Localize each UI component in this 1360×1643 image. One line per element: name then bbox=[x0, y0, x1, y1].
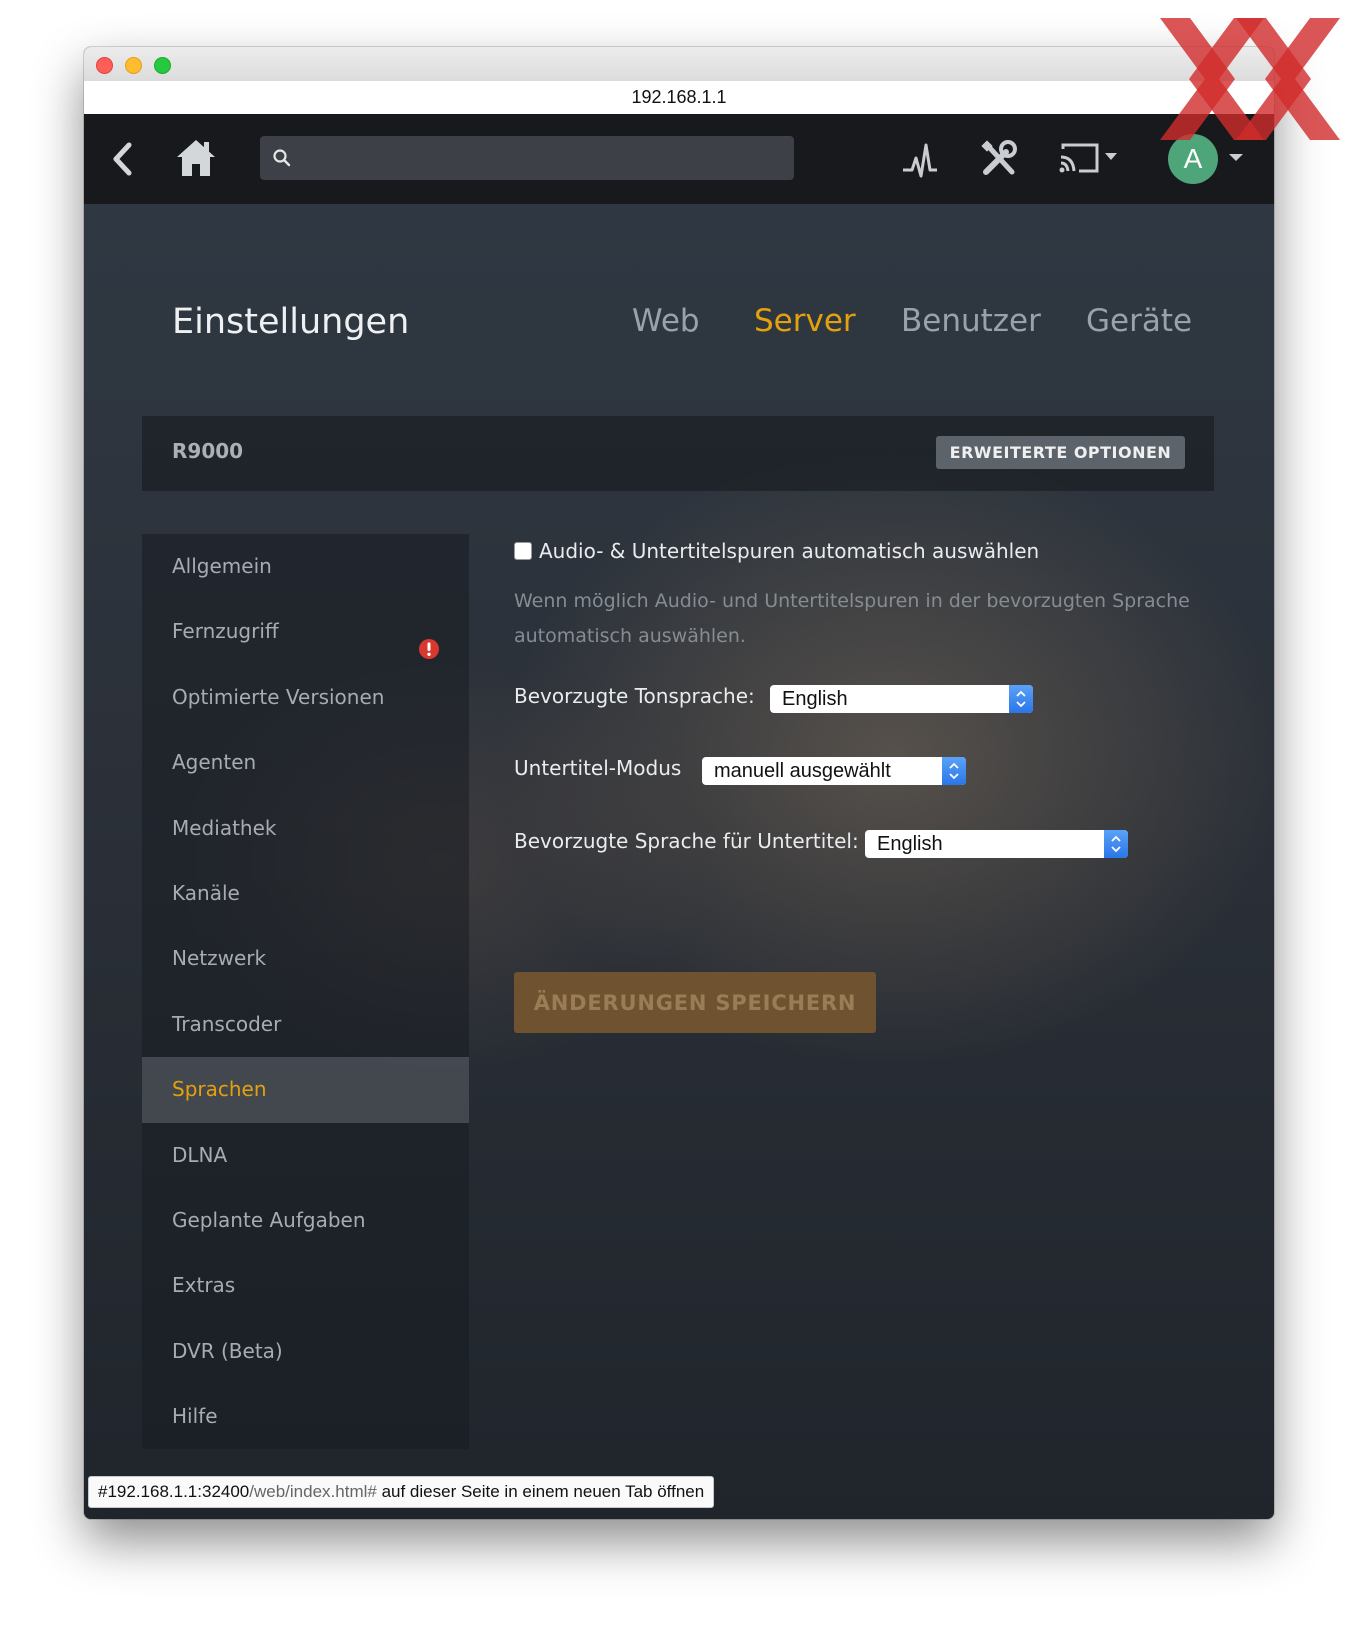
save-changes-button[interactable]: ÄNDERUNGEN SPEICHERN bbox=[514, 972, 876, 1033]
sidebar-item-library[interactable]: Mediathek bbox=[142, 796, 469, 861]
activity-icon[interactable] bbox=[900, 140, 940, 180]
sidebar-item-remote-access[interactable]: Fernzugriff bbox=[142, 599, 469, 664]
chevron-down-icon[interactable] bbox=[1226, 149, 1246, 165]
top-navbar: A bbox=[84, 114, 1274, 204]
minimize-window-button[interactable] bbox=[125, 57, 142, 74]
select-stepper-icon bbox=[1009, 685, 1033, 713]
subtitle-mode-value: manuell ausgewählt bbox=[714, 760, 891, 782]
sidebar-item-general[interactable]: Allgemein bbox=[142, 534, 469, 599]
settings-sidebar: Allgemein Fernzugriff Optimierte Version… bbox=[142, 534, 469, 1449]
sidebar-item-dlna[interactable]: DLNA bbox=[142, 1123, 469, 1188]
sidebar-item-label: Fernzugriff bbox=[172, 619, 279, 644]
subtitle-mode-select[interactable]: manuell ausgewählt bbox=[702, 757, 966, 785]
back-icon[interactable] bbox=[106, 139, 140, 179]
audio-language-select[interactable]: English bbox=[770, 685, 1033, 713]
window-titlebar bbox=[84, 47, 1274, 81]
user-avatar[interactable]: A bbox=[1168, 134, 1218, 184]
search-bar[interactable] bbox=[260, 136, 794, 182]
tools-icon[interactable] bbox=[978, 138, 1020, 180]
sidebar-item-help[interactable]: Hilfe bbox=[142, 1384, 469, 1449]
sidebar-item-dvr[interactable]: DVR (Beta) bbox=[142, 1319, 469, 1384]
cast-icon[interactable] bbox=[1057, 141, 1121, 177]
page-title: Einstellungen bbox=[172, 302, 410, 342]
sidebar-item-agents[interactable]: Agenten bbox=[142, 730, 469, 795]
advanced-options-button[interactable]: ERWEITERTE OPTIONEN bbox=[936, 436, 1185, 469]
subtitle-mode-label: Untertitel-Modus bbox=[514, 756, 682, 780]
sidebar-item-optimized-versions[interactable]: Optimierte Versionen bbox=[142, 665, 469, 730]
address-text: 192.168.1.1 bbox=[631, 87, 727, 107]
sidebar-item-network[interactable]: Netzwerk bbox=[142, 926, 469, 991]
tab-users[interactable]: Benutzer bbox=[901, 303, 1041, 339]
auto-select-label[interactable]: Audio- & Untertitelspuren automatisch au… bbox=[539, 539, 1039, 563]
audio-language-label: Bevorzugte Tonsprache: bbox=[514, 684, 755, 708]
sidebar-item-channels[interactable]: Kanäle bbox=[142, 861, 469, 926]
link-status-bar: #192.168.1.1:32400/web/index.html# auf d… bbox=[88, 1476, 715, 1508]
warning-icon bbox=[418, 621, 440, 660]
status-action: auf dieser Seite in einem neuen Tab öffn… bbox=[381, 1482, 705, 1501]
status-path: /web/index.html# bbox=[249, 1482, 377, 1501]
audio-language-value: English bbox=[782, 688, 848, 710]
sidebar-item-transcoder[interactable]: Transcoder bbox=[142, 992, 469, 1057]
close-window-button[interactable] bbox=[96, 57, 113, 74]
select-stepper-icon bbox=[1104, 830, 1128, 858]
settings-page: Einstellungen Web Server Benutzer Geräte… bbox=[84, 204, 1274, 1519]
search-icon bbox=[272, 148, 292, 168]
select-stepper-icon bbox=[942, 757, 966, 785]
sidebar-item-languages[interactable]: Sprachen bbox=[142, 1057, 469, 1123]
auto-select-help: Wenn möglich Audio- und Untertitelspuren… bbox=[514, 590, 1190, 647]
sidebar-item-extras[interactable]: Extras bbox=[142, 1253, 469, 1318]
browser-window: 192.168.1.1 A Einstellungen Web Server B… bbox=[84, 47, 1274, 1519]
subtitle-language-value: English bbox=[877, 833, 943, 855]
server-header: R9000 ERWEITERTE OPTIONEN bbox=[142, 416, 1214, 491]
watermark-logo bbox=[1160, 18, 1340, 140]
server-name: R9000 bbox=[172, 439, 244, 463]
tab-web[interactable]: Web bbox=[632, 303, 700, 339]
subtitle-language-select[interactable]: English bbox=[865, 830, 1128, 858]
tab-server[interactable]: Server bbox=[754, 303, 856, 339]
search-input[interactable] bbox=[304, 136, 788, 182]
status-host: #192.168.1.1:32400 bbox=[98, 1482, 250, 1501]
auto-select-checkbox[interactable] bbox=[514, 542, 532, 560]
home-icon[interactable] bbox=[174, 136, 218, 180]
maximize-window-button[interactable] bbox=[154, 57, 171, 74]
subtitle-language-label: Bevorzugte Sprache für Untertitel: bbox=[514, 829, 859, 853]
sidebar-item-scheduled-tasks[interactable]: Geplante Aufgaben bbox=[142, 1188, 469, 1253]
auto-select-row: Audio- & Untertitelspuren automatisch au… bbox=[514, 534, 1039, 568]
address-bar[interactable]: 192.168.1.1 bbox=[84, 81, 1274, 115]
tab-devices[interactable]: Geräte bbox=[1086, 303, 1192, 339]
